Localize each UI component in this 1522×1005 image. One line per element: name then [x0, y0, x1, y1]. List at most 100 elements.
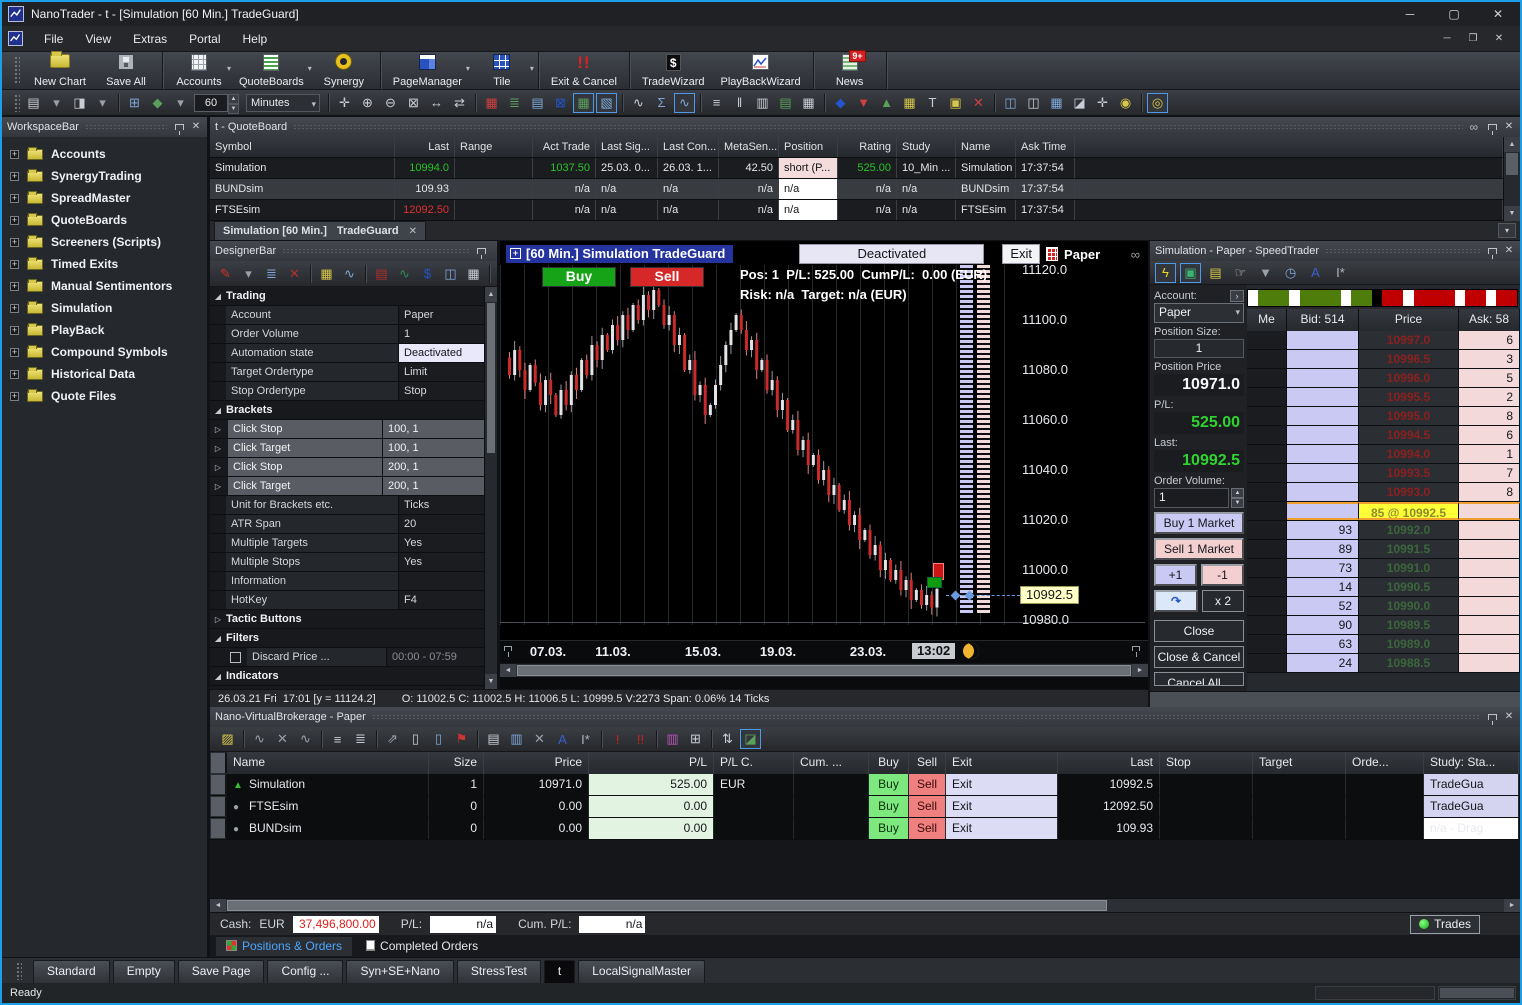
pin-icon[interactable]: [175, 124, 184, 130]
position-row[interactable]: ●FTSEsim00.000.00BuySellExit12092.50Trad…: [210, 796, 1520, 818]
ladder-price-cell[interactable]: 10988.5: [1359, 654, 1459, 672]
table-green-icon[interactable]: ▤: [775, 93, 796, 113]
table-row[interactable]: Simulation10994.01037.5025.03. 0...26.03…: [210, 158, 1503, 179]
menu-portal[interactable]: Portal: [178, 28, 231, 50]
column-header[interactable]: Last Con...: [658, 137, 719, 157]
expander-icon[interactable]: +: [10, 348, 19, 357]
tab-grip[interactable]: [16, 962, 22, 980]
property-row[interactable]: Order Volume1: [210, 325, 484, 344]
column-header[interactable]: Position: [779, 137, 838, 157]
property-row[interactable]: Unit for Brackets etc.Ticks: [210, 496, 484, 515]
split-icon[interactable]: ◫: [1000, 93, 1021, 113]
dropdown-icon[interactable]: ▾: [46, 93, 67, 113]
expander-icon[interactable]: +: [10, 150, 19, 159]
info-icon[interactable]: I*: [575, 729, 596, 749]
expander-icon[interactable]: +: [10, 172, 19, 181]
exit-cancel-button[interactable]: !!Exit & Cancel: [543, 52, 625, 89]
columns-icon[interactable]: ▥: [662, 729, 683, 749]
ladder-row[interactable]: 10993.08: [1247, 483, 1520, 502]
column-header[interactable]: Last: [395, 137, 455, 157]
rows-icon[interactable]: ▥: [752, 93, 773, 113]
property-value[interactable]: Yes: [399, 553, 484, 571]
scroll-thumb[interactable]: [517, 665, 1131, 676]
ladder-row[interactable]: 10995.52: [1247, 388, 1520, 407]
ladder-bid-cell[interactable]: 52: [1287, 597, 1359, 615]
property-value[interactable]: 1: [399, 325, 484, 343]
row-expander-icon[interactable]: ▷: [210, 458, 226, 476]
deactivated-button[interactable]: Deactivated: [799, 244, 984, 264]
plus-one-button[interactable]: +1: [1154, 564, 1197, 586]
cancel-all-button[interactable]: Cancel All...: [1154, 672, 1244, 686]
property-row[interactable]: ◢Trading: [210, 287, 484, 306]
column-header[interactable]: Name: [956, 137, 1016, 157]
sidebar-item-historical-data[interactable]: +Historical Data: [10, 363, 207, 385]
property-value[interactable]: 200, 1: [383, 458, 484, 476]
ladder-ask-cell[interactable]: [1459, 521, 1520, 539]
ladder-price-cell[interactable]: 10995.5: [1359, 388, 1459, 406]
ladder-bid-cell[interactable]: [1287, 464, 1359, 482]
ladder-me-cell[interactable]: [1247, 407, 1287, 425]
column-header[interactable]: Range: [455, 137, 533, 157]
book-icon[interactable]: ▥: [506, 729, 527, 749]
dropdown-icon[interactable]: ▾: [238, 264, 259, 284]
ladder-me-cell[interactable]: [1247, 483, 1287, 501]
exit-button[interactable]: Exit: [946, 796, 1058, 817]
ladder-bid-cell[interactable]: [1287, 331, 1359, 349]
up-icon[interactable]: ▲: [876, 93, 897, 113]
add-icon[interactable]: ⊞: [685, 729, 706, 749]
ladder-ask-cell[interactable]: 8: [1459, 407, 1520, 425]
table-blue-icon[interactable]: ▤: [527, 93, 548, 113]
ladder-bid-cell[interactable]: [1287, 350, 1359, 368]
ladder-row[interactable]: 7310991.0: [1247, 559, 1520, 578]
edit-icon[interactable]: ✎: [215, 264, 236, 284]
tradewizard-button[interactable]: $TradeWizard: [634, 52, 713, 89]
ladder-me-cell[interactable]: [1247, 540, 1287, 558]
ladder-ask-cell[interactable]: [1459, 540, 1520, 558]
pin-icon[interactable]: [1488, 248, 1497, 254]
column-header[interactable]: Orde...: [1346, 752, 1424, 774]
ladder-me-cell[interactable]: [1247, 369, 1287, 387]
corner-icon[interactable]: ◪: [1069, 93, 1090, 113]
close-icon[interactable]: ✕: [1503, 711, 1515, 723]
sidebar-item-manual-sentimentors[interactable]: +Manual Sentimentors: [10, 275, 207, 297]
down-icon[interactable]: ▼: [853, 93, 874, 113]
account-expand-button[interactable]: ›: [1230, 290, 1244, 302]
scroll-right-icon[interactable]: ►: [1504, 899, 1520, 912]
doc2-icon[interactable]: ▯: [428, 729, 449, 749]
signal-icon[interactable]: ∿: [394, 264, 415, 284]
ladder-price-cell[interactable]: 10989.5: [1359, 616, 1459, 634]
trades-button[interactable]: Trades: [1410, 915, 1480, 934]
column-header[interactable]: Symbol: [210, 137, 395, 157]
property-row[interactable]: ◢Brackets: [210, 401, 484, 420]
tab-positions-orders[interactable]: Positions & Orders: [216, 937, 352, 956]
property-row[interactable]: ▷Click Target200, 1: [210, 477, 484, 496]
column-header[interactable]: Exit: [946, 752, 1058, 774]
ladder-ask-cell[interactable]: [1459, 654, 1520, 672]
speedtrader-hscrollbar[interactable]: [1150, 691, 1520, 707]
page-tab-standard[interactable]: Standard: [33, 960, 110, 983]
column-header[interactable]: Ask Time: [1016, 137, 1075, 157]
row-selector[interactable]: [210, 818, 227, 839]
dropdown-icon[interactable]: ▾: [92, 93, 113, 113]
ladder-bid-cell[interactable]: [1287, 483, 1359, 501]
property-value[interactable]: 20: [399, 515, 484, 533]
grid-shade-icon[interactable]: ▧: [596, 93, 617, 113]
ladder-price-cell[interactable]: 10994.5: [1359, 426, 1459, 444]
pan-h-icon[interactable]: ↔: [426, 93, 447, 113]
table-icon[interactable]: ▦: [463, 264, 484, 284]
ladder-me-cell[interactable]: [1247, 597, 1287, 615]
alert2-icon[interactable]: !!: [630, 729, 651, 749]
property-row[interactable]: ▷Tactic Buttons: [210, 610, 484, 629]
rows2-icon[interactable]: ≣: [350, 729, 371, 749]
ladder-me-cell[interactable]: [1247, 502, 1287, 520]
section-expander-icon[interactable]: ▷: [210, 610, 226, 628]
column-header[interactable]: Study: [897, 137, 956, 157]
ladder-row[interactable]: 9010989.5: [1247, 616, 1520, 635]
checkbox[interactable]: [230, 652, 241, 663]
property-value[interactable]: 200, 1: [383, 477, 484, 495]
ladder-header-price[interactable]: Price: [1359, 309, 1459, 331]
exit-button[interactable]: Exit: [1002, 244, 1040, 264]
order-volume-input[interactable]: 1: [1154, 488, 1229, 508]
close-cancel-button[interactable]: Close & Cancel: [1154, 646, 1244, 668]
property-row[interactable]: ▷Click Stop200, 1: [210, 458, 484, 477]
